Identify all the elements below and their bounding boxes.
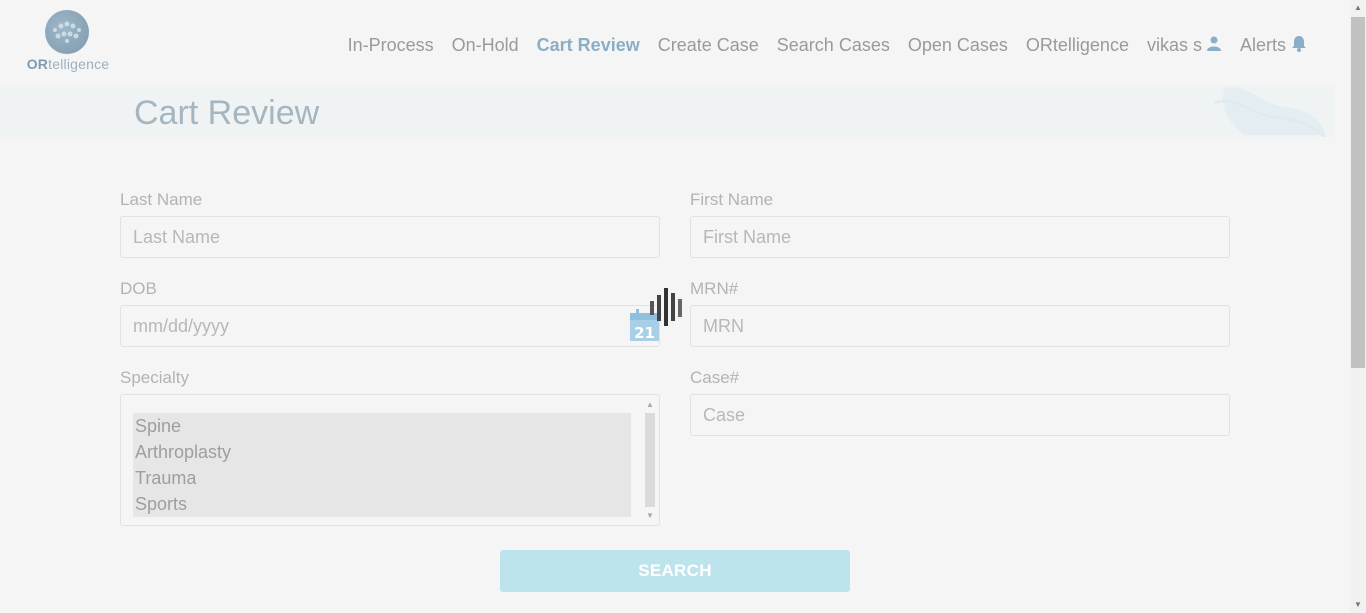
specialty-label: Specialty: [120, 368, 189, 387]
search-button[interactable]: SEARCH: [500, 550, 850, 592]
page-title: Cart Review: [134, 94, 320, 132]
specialty-option-sports[interactable]: Sports: [133, 491, 631, 517]
last-name-input[interactable]: [120, 216, 660, 258]
specialty-listbox[interactable]: Spine Arthroplasty Trauma Sports ▲ ▼: [120, 394, 660, 526]
page-scrollbar[interactable]: ▲ ▼: [1350, 0, 1366, 613]
first-name-input[interactable]: [690, 216, 1230, 258]
page-scroll-thumb[interactable]: [1351, 17, 1365, 368]
specialty-scroll-thumb[interactable]: [645, 413, 655, 507]
nav-search-cases[interactable]: Search Cases: [777, 35, 890, 56]
nav-user-menu[interactable]: vikas s: [1147, 35, 1222, 56]
specialty-scrollbar[interactable]: ▲ ▼: [643, 397, 657, 523]
nav-alerts[interactable]: Alerts: [1240, 34, 1308, 57]
case-label: Case#: [690, 368, 740, 387]
mrn-input[interactable]: [690, 305, 1230, 347]
last-name-label: Last Name: [120, 190, 203, 209]
specialty-option-spine[interactable]: Spine: [133, 413, 631, 439]
page-scroll-up-icon[interactable]: ▲: [1354, 3, 1362, 12]
logo-text: ORtelligence: [26, 56, 110, 72]
specialty-option-trauma[interactable]: Trauma: [133, 465, 631, 491]
case-input[interactable]: [690, 394, 1230, 436]
specialty-options: Spine Arthroplasty Trauma Sports: [133, 413, 631, 517]
scroll-down-icon[interactable]: ▼: [646, 511, 654, 521]
dob-input[interactable]: [120, 305, 660, 347]
mrn-label: MRN#: [690, 279, 739, 298]
decorative-wave: [1214, 87, 1326, 137]
alerts-label: Alerts: [1239, 35, 1286, 55]
nav-cart-review[interactable]: Cart Review: [537, 35, 640, 56]
first-name-label: First Name: [690, 190, 774, 209]
scroll-up-icon[interactable]: ▲: [646, 400, 654, 410]
specialty-option-arthroplasty[interactable]: Arthroplasty: [133, 439, 631, 465]
main-nav: In-Process On-Hold Cart Review Create Ca…: [330, 34, 1308, 57]
loading-spinner-icon: [650, 288, 682, 326]
app-logo[interactable]: ORtelligence: [26, 9, 110, 75]
logo-emblem: [45, 10, 89, 54]
nav-ortelligence[interactable]: ORtelligence: [1026, 35, 1129, 56]
nav-open-cases[interactable]: Open Cases: [908, 35, 1008, 56]
page-scroll-down-icon[interactable]: ▼: [1354, 600, 1362, 609]
nav-on-hold[interactable]: On-Hold: [452, 35, 519, 56]
user-icon: [1206, 35, 1222, 56]
nav-in-process[interactable]: In-Process: [348, 35, 434, 56]
nav-create-case[interactable]: Create Case: [658, 35, 759, 56]
title-band: Cart Review: [0, 85, 1334, 137]
bell-icon: [1290, 34, 1308, 57]
dob-label: DOB: [120, 279, 157, 298]
user-name: vikas s: [1146, 35, 1202, 55]
